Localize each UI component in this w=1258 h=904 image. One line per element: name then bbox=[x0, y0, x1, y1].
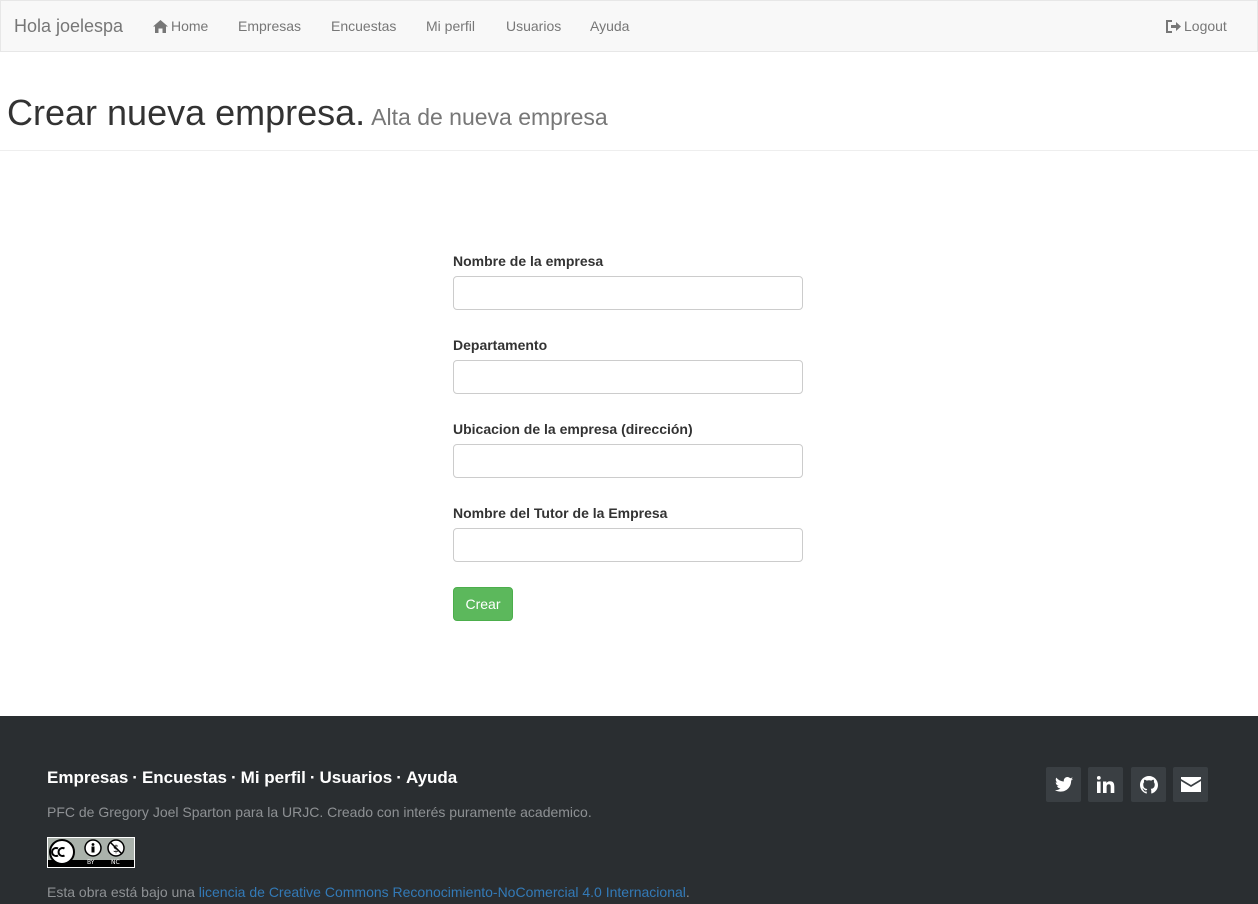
address-label: Ubicacion de la empresa (dirección) bbox=[453, 421, 693, 437]
github-button[interactable] bbox=[1131, 767, 1166, 802]
company-name-label: Nombre de la empresa bbox=[453, 253, 604, 269]
form-group-tutor: Nombre del Tutor de la Empresa bbox=[453, 504, 803, 588]
address-input[interactable] bbox=[453, 444, 803, 478]
email-button[interactable] bbox=[1173, 767, 1208, 802]
department-input[interactable] bbox=[453, 360, 803, 394]
create-button[interactable]: Crear bbox=[453, 587, 513, 621]
nav-item-home[interactable]: Home bbox=[153, 18, 208, 34]
license-link[interactable]: licencia de Creative Commons Reconocimie… bbox=[199, 884, 686, 900]
twitter-icon bbox=[1054, 777, 1073, 792]
form-group-company-name: Nombre de la empresa bbox=[453, 252, 803, 336]
license-prefix: Esta obra está bajo una bbox=[47, 884, 199, 900]
tutor-input[interactable] bbox=[453, 528, 803, 562]
footer-links: Empresas · Encuestas · Mi perfil · Usuarios · Ay… bbox=[47, 768, 457, 788]
page-subtitle: Alta de nueva empresa bbox=[371, 104, 608, 130]
footer-link-encuestas[interactable]: Encuestas bbox=[142, 768, 227, 787]
footer-link-empresas[interactable]: Empresas bbox=[47, 768, 128, 787]
logout-label: Logout bbox=[1184, 18, 1227, 34]
footer-link-ayuda[interactable]: Ayuda bbox=[406, 768, 457, 787]
footer-credit: PFC de Gregory Joel Sparton para la URJC… bbox=[47, 804, 592, 820]
footer-link-mi-perfil[interactable]: Mi perfil bbox=[241, 768, 306, 787]
footer-separator: · bbox=[309, 768, 316, 787]
page-title-text: Crear nueva empresa. bbox=[7, 92, 366, 133]
cc-badge-nc: NC bbox=[111, 859, 120, 866]
github-icon bbox=[1139, 775, 1158, 794]
linkedin-button[interactable] bbox=[1088, 767, 1123, 802]
nav-item-mi-perfil[interactable]: Mi perfil bbox=[426, 18, 475, 34]
tutor-label: Nombre del Tutor de la Empresa bbox=[453, 505, 668, 521]
home-icon bbox=[153, 19, 168, 33]
footer-separator: · bbox=[231, 768, 237, 787]
logout-icon bbox=[1166, 19, 1181, 33]
form-group-department: Departamento bbox=[453, 336, 803, 420]
nav-item-empresas[interactable]: Empresas bbox=[238, 18, 301, 34]
department-label: Departamento bbox=[453, 337, 548, 353]
twitter-button[interactable] bbox=[1046, 767, 1081, 802]
footer: Empresas · Encuestas · Mi perfil · Usuarios · Ay… bbox=[0, 716, 1258, 904]
create-company-form: Nombre de la empresa Departamento Ubicac… bbox=[453, 252, 803, 621]
envelope-icon bbox=[1180, 777, 1201, 792]
linkedin-icon bbox=[1096, 776, 1115, 793]
company-name-input[interactable] bbox=[453, 276, 803, 310]
nav-item-encuestas[interactable]: Encuestas bbox=[331, 18, 396, 34]
footer-link-usuarios[interactable]: Usuarios bbox=[320, 768, 393, 787]
navbar-brand[interactable]: Hola joelespa bbox=[14, 16, 123, 37]
cc-license-badge[interactable]: $ BY NC bbox=[47, 837, 135, 868]
page-header: Crear nueva empresa. Alta de nueva empres… bbox=[0, 50, 1258, 151]
nav-item-usuarios[interactable]: Usuarios bbox=[506, 18, 561, 34]
footer-separator: · bbox=[396, 768, 402, 787]
page-title: Crear nueva empresa. Alta de nueva empres… bbox=[7, 92, 608, 134]
nav-item-label: Home bbox=[171, 18, 209, 34]
license-suffix: . bbox=[685, 884, 690, 900]
navbar: Hola joelespa Home Empresas Encuestas Mi… bbox=[0, 0, 1258, 52]
footer-separator: · bbox=[132, 768, 138, 787]
license-text: Esta obra está bajo una licencia de Crea… bbox=[47, 884, 690, 900]
logout-link[interactable]: Logout bbox=[1166, 18, 1227, 34]
cc-badge-by: BY bbox=[87, 859, 95, 866]
nav-item-ayuda[interactable]: Ayuda bbox=[590, 18, 629, 34]
form-group-address: Ubicacion de la empresa (dirección) bbox=[453, 420, 803, 504]
